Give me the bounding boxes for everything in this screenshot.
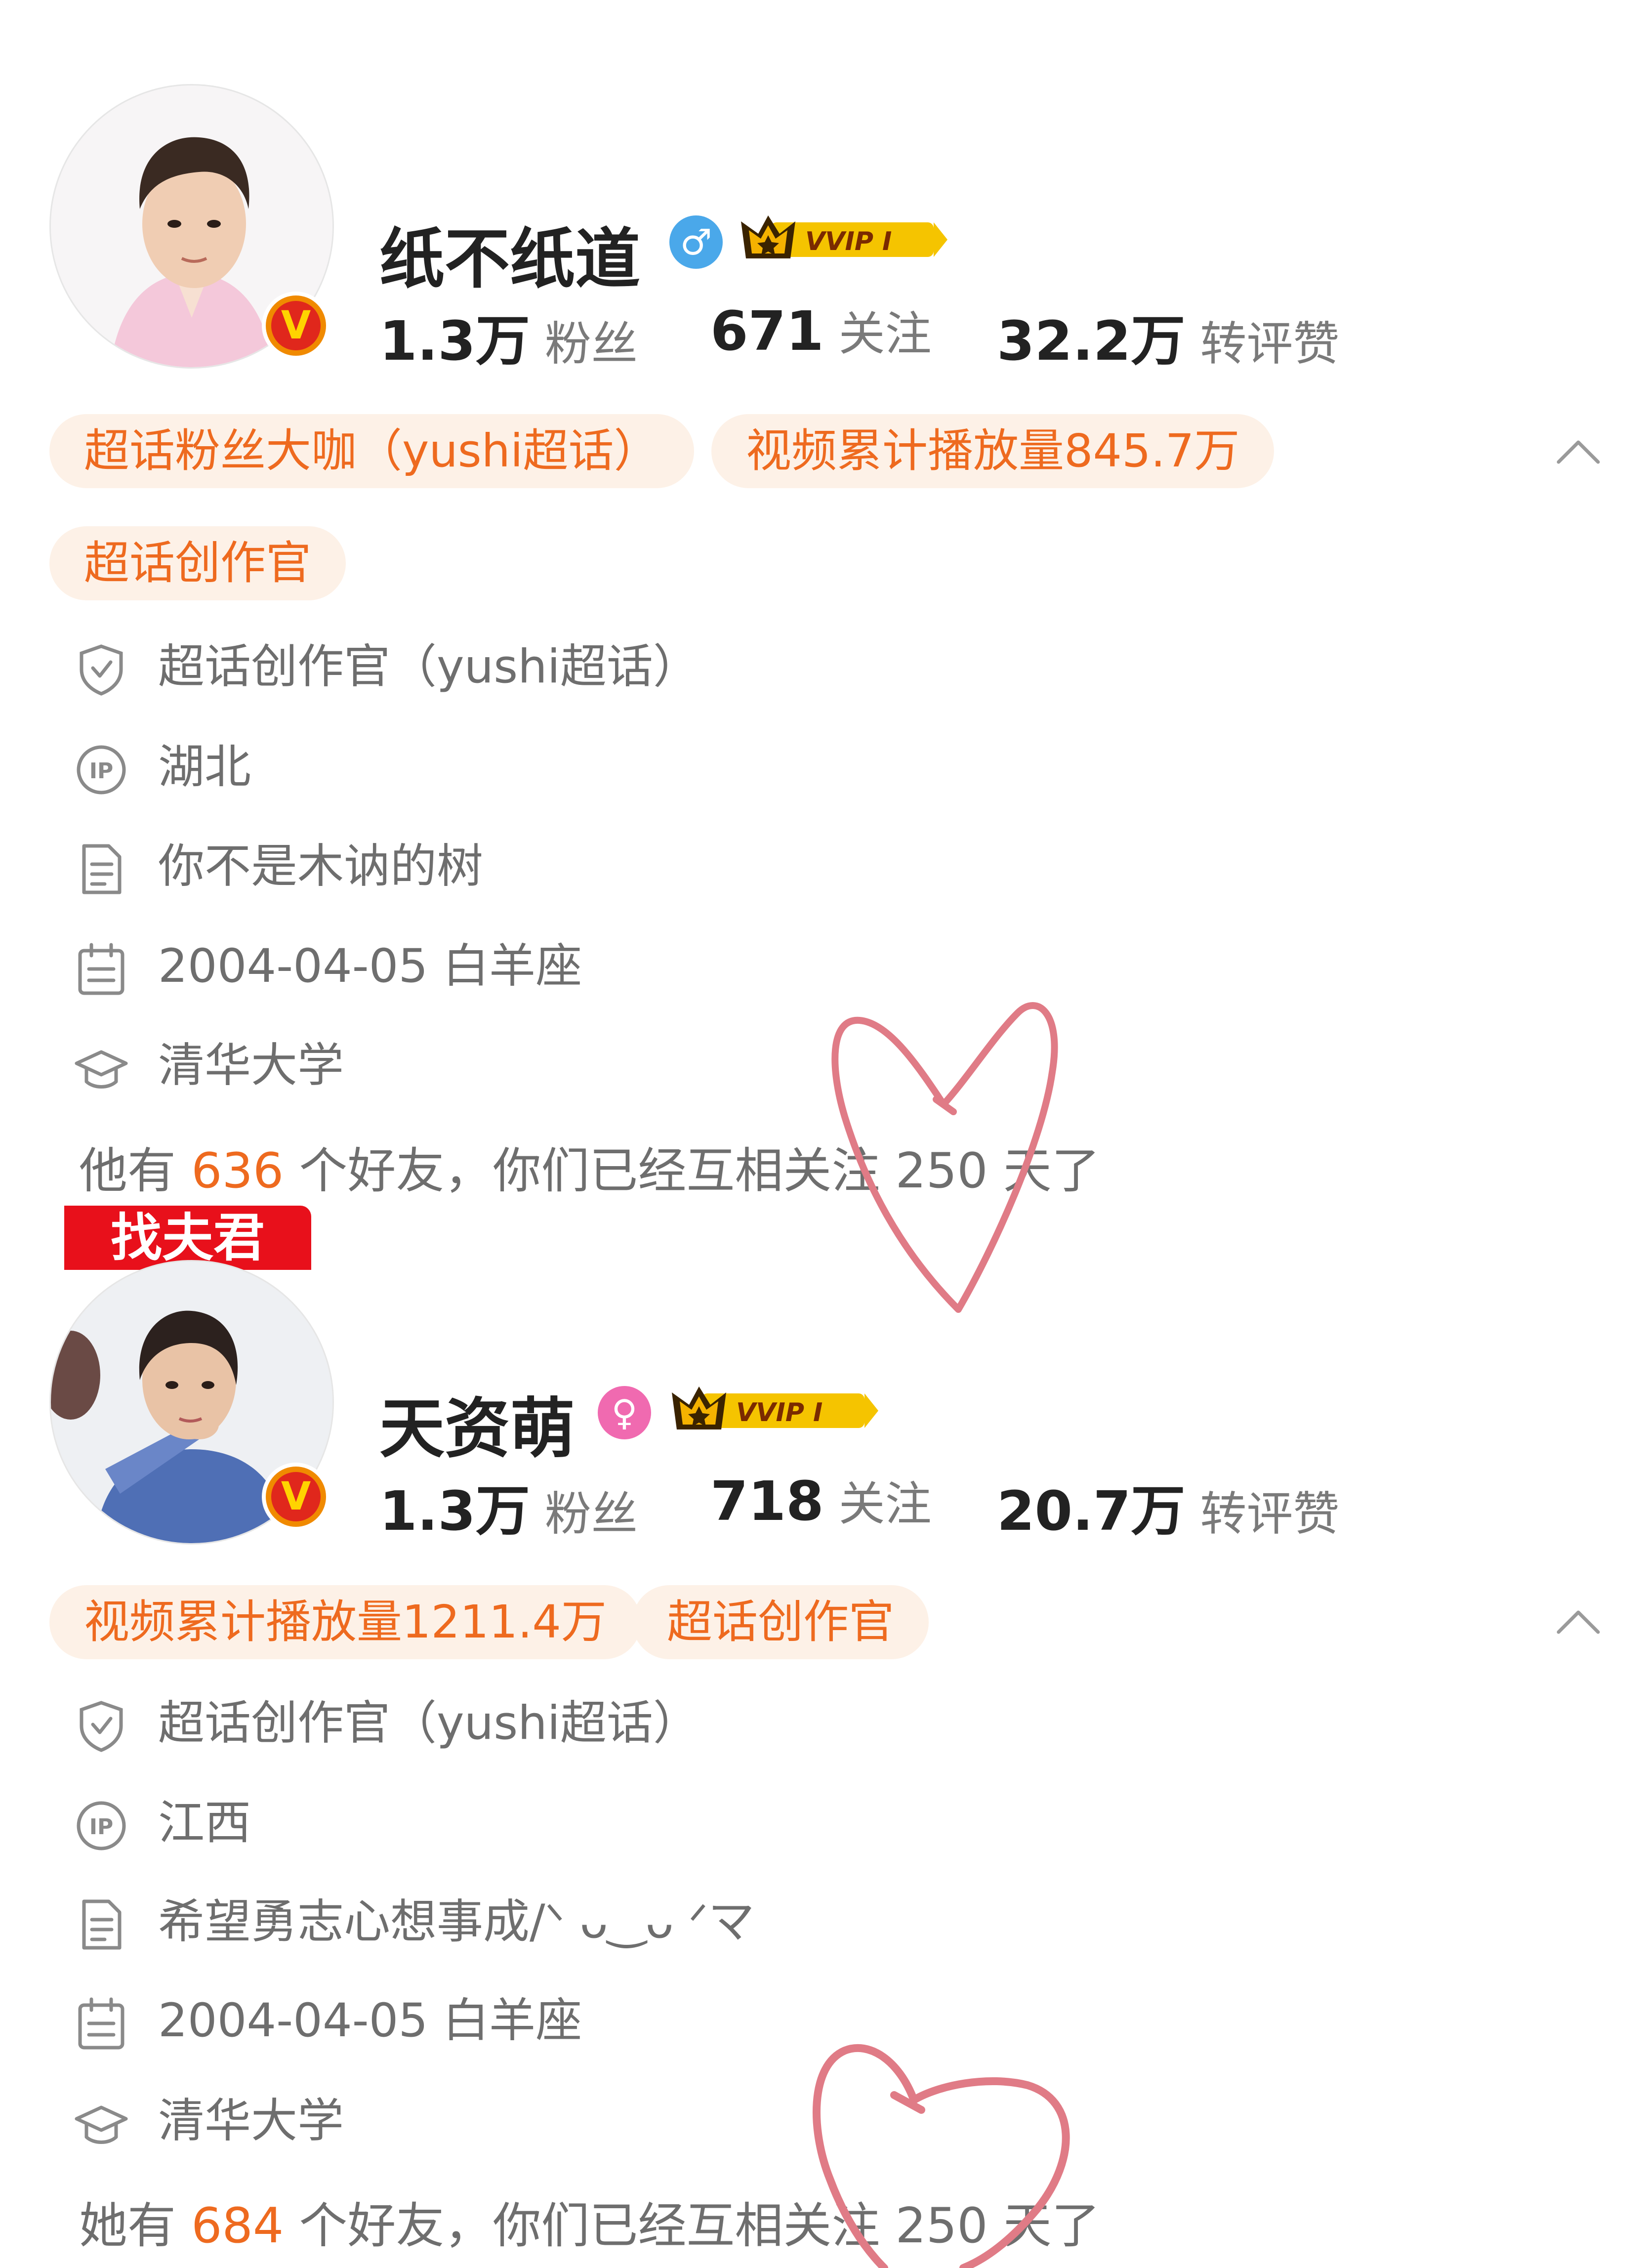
fans-label: 粉丝 bbox=[544, 317, 638, 371]
follow-stat[interactable]: 718 关注 bbox=[710, 1467, 932, 1534]
ip-icon: IP bbox=[77, 1801, 126, 1850]
likes-count: 20.7万 bbox=[997, 1479, 1186, 1543]
graduation-cap-icon bbox=[75, 2105, 128, 2144]
follow-count: 671 bbox=[710, 299, 824, 363]
info-birthday: 2004-04-05 白羊座 bbox=[74, 1991, 582, 2051]
info-location-text: 湖北 bbox=[158, 740, 251, 794]
verified-v-badge: V bbox=[262, 292, 330, 360]
info-school-text: 清华大学 bbox=[158, 2094, 344, 2148]
likes-stat[interactable]: 32.2万 转评赞 bbox=[997, 296, 1339, 376]
calendar-icon bbox=[78, 1997, 124, 2050]
info-birthday: 2004-04-05 白羊座 bbox=[74, 937, 582, 996]
info-birthday-text: 2004-04-05 白羊座 bbox=[158, 1994, 582, 2048]
info-role: 超话创作官（yushi超话） bbox=[74, 637, 699, 697]
likes-count: 32.2万 bbox=[997, 309, 1186, 373]
follow-label: 关注 bbox=[838, 307, 932, 361]
info-school: 清华大学 bbox=[74, 2092, 344, 2151]
info-bio: 你不是木讷的树 bbox=[74, 837, 483, 896]
svg-text:IP: IP bbox=[89, 758, 114, 784]
info-role: 超话创作官（yushi超话） bbox=[74, 1694, 699, 1753]
info-role-text: 超话创作官（yushi超话） bbox=[158, 640, 699, 694]
info-ip-location: IP 湖北 bbox=[74, 738, 251, 797]
likes-stat[interactable]: 20.7万 转评赞 bbox=[997, 1467, 1339, 1546]
follow-label: 关注 bbox=[838, 1477, 932, 1531]
likes-label: 转评赞 bbox=[1200, 1487, 1340, 1541]
svg-text:IP: IP bbox=[89, 1814, 114, 1840]
verified-v-badge: V bbox=[262, 1463, 330, 1531]
vvip-badge-text: VVIP I bbox=[736, 1398, 822, 1428]
ip-icon: IP bbox=[77, 745, 126, 795]
tag-video-plays[interactable]: 视频累计播放量1211.4万 bbox=[49, 1585, 641, 1659]
likes-label: 转评赞 bbox=[1200, 317, 1340, 371]
friends-prefix: 她有 bbox=[79, 2198, 192, 2254]
follow-stat[interactable]: 671 关注 bbox=[710, 296, 932, 364]
info-bio: 希望勇志心想事成/ᐠ ᴗ‿ᴗ ᐟマ bbox=[74, 1892, 755, 1952]
tag-video-plays[interactable]: 视频累计播放量845.7万 bbox=[711, 414, 1275, 488]
document-icon bbox=[82, 844, 122, 894]
vvip-badge-icon[interactable]: VVIP I bbox=[672, 1383, 879, 1437]
collapse-chevron-up-icon[interactable] bbox=[1556, 1600, 1601, 1644]
calendar-icon bbox=[78, 943, 124, 995]
info-bio-text: 你不是木讷的树 bbox=[158, 840, 484, 893]
fans-count: 1.3万 bbox=[379, 1479, 530, 1543]
info-ip-location: IP 江西 bbox=[74, 1794, 251, 1853]
fans-count: 1.3万 bbox=[379, 309, 530, 373]
tag-super-topic-creator[interactable]: 超话创作官 bbox=[49, 526, 346, 600]
document-icon bbox=[82, 1899, 122, 1950]
gender-female-icon: ♀ bbox=[598, 1386, 651, 1439]
tag-super-topic-fan[interactable]: 超话粉丝大咖（yushi超话） bbox=[49, 414, 694, 488]
info-school-text: 清华大学 bbox=[158, 1039, 344, 1092]
graduation-cap-icon bbox=[75, 1050, 128, 1089]
tag-super-topic-creator[interactable]: 超话创作官 bbox=[632, 1585, 929, 1659]
gender-male-icon: ♂ bbox=[669, 215, 723, 269]
fans-stat[interactable]: 1.3万 粉丝 bbox=[379, 296, 638, 376]
info-school: 清华大学 bbox=[74, 1036, 344, 1095]
follow-count: 718 bbox=[710, 1470, 824, 1533]
vvip-badge-icon[interactable]: VVIP I bbox=[741, 211, 948, 266]
info-role-text: 超话创作官（yushi超话） bbox=[158, 1696, 699, 1750]
hand-drawn-heart-doodle bbox=[813, 2044, 1070, 2268]
info-location-text: 江西 bbox=[158, 1796, 251, 1850]
friends-count: 684 bbox=[191, 2198, 284, 2254]
shield-check-icon bbox=[80, 644, 123, 696]
shield-check-icon bbox=[80, 1701, 123, 1752]
info-bio-text: 希望勇志心想事成/ᐠ ᴗ‿ᴗ ᐟマ bbox=[158, 1895, 755, 1949]
profile-name: 天资萌 bbox=[379, 1391, 575, 1467]
fans-label: 粉丝 bbox=[544, 1487, 638, 1541]
info-birthday-text: 2004-04-05 白羊座 bbox=[158, 939, 582, 993]
fans-stat[interactable]: 1.3万 粉丝 bbox=[379, 1467, 638, 1546]
profile-name: 纸不纸道 bbox=[379, 221, 640, 297]
collapse-chevron-up-icon[interactable] bbox=[1556, 430, 1601, 474]
vvip-badge-text: VVIP I bbox=[805, 227, 892, 256]
